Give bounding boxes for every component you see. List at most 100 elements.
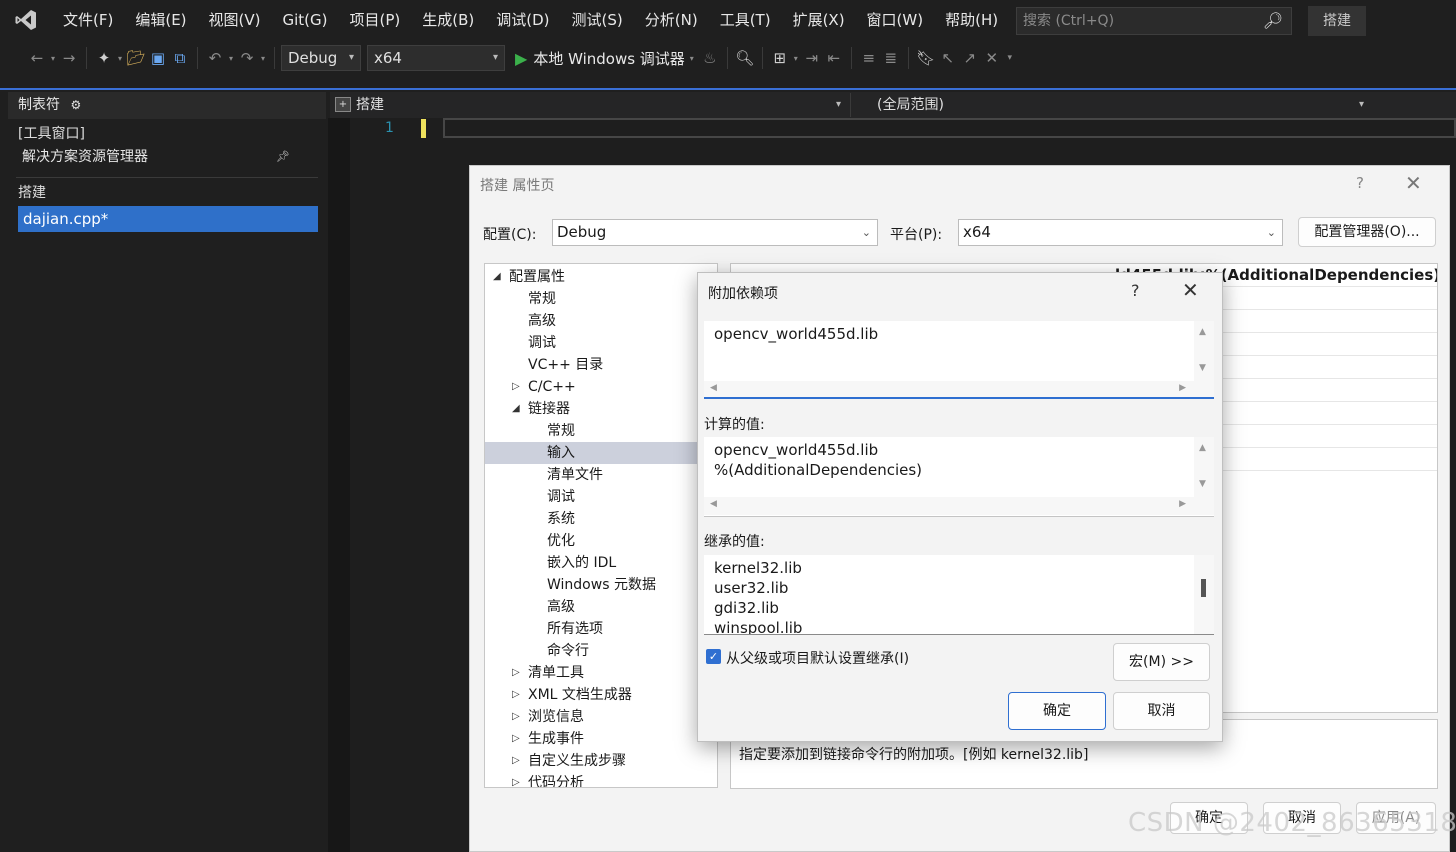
start-debugging-button[interactable]: 本地 Windows 调试器	[533, 48, 685, 69]
horizontal-scrollbar[interactable]: ◀ ▶	[704, 497, 1214, 515]
solution-config-select[interactable]: Debug ▾	[281, 45, 361, 71]
tree-item[interactable]: ▷ 浏览信息	[485, 706, 717, 728]
platform-select[interactable]: x64 ⌄	[958, 219, 1283, 246]
bookmark-icon[interactable]: 🔖︎	[915, 49, 937, 67]
tree-item[interactable]: 系统	[485, 508, 717, 530]
menu-item[interactable]: Git(G)	[272, 0, 339, 40]
menu-item[interactable]: 文件(F)	[52, 0, 124, 40]
expand-arrow-icon[interactable]: ▷	[512, 750, 520, 772]
scroll-down-icon[interactable]: ▼	[1199, 363, 1206, 373]
uncomment-lines-icon[interactable]: ≣	[880, 49, 902, 67]
tree-item[interactable]: 清单文件	[485, 464, 717, 486]
tree-item[interactable]: ▷ XML 文档生成器	[485, 684, 717, 706]
next-bookmark-icon[interactable]: ↗	[959, 49, 981, 67]
open-folder-icon[interactable]: 📂︎	[125, 49, 147, 67]
tree-item[interactable]: 命令行	[485, 640, 717, 662]
vertical-scrollbar[interactable]: ▲ ▼	[1194, 321, 1214, 381]
collapse-arrow-icon[interactable]: ◢	[512, 398, 520, 420]
tree-item[interactable]: VC++ 目录	[485, 354, 717, 376]
menu-item[interactable]: 生成(B)	[411, 0, 485, 40]
tree-item[interactable]: 嵌入的 IDL	[485, 552, 717, 574]
menu-item[interactable]: 扩展(X)	[782, 0, 856, 40]
browser-link-icon[interactable]: ⊞	[769, 49, 791, 67]
start-debugging-icon[interactable]: ▶	[515, 49, 527, 68]
tree-item[interactable]: 调试	[485, 486, 717, 508]
comment-lines-icon[interactable]: ≡	[858, 49, 880, 67]
navigate-forward-icon[interactable]: →	[58, 49, 80, 67]
scroll-left-icon[interactable]: ◀	[710, 383, 717, 393]
tree-item[interactable]: 常规	[485, 420, 717, 442]
help-button[interactable]: ?	[1356, 174, 1364, 192]
expand-arrow-icon[interactable]: ▷	[512, 684, 520, 706]
scroll-up-icon[interactable]: ▲	[1199, 327, 1206, 337]
expand-arrow-icon[interactable]: ▷	[512, 706, 520, 728]
menu-item[interactable]: 调试(D)	[485, 0, 560, 40]
dropdown-arrow-icon[interactable]: ▾	[226, 54, 236, 63]
solution-explorer-item[interactable]: 解决方案资源管理器 📌︎	[8, 145, 326, 169]
menu-item[interactable]: 分析(N)	[634, 0, 709, 40]
tree-item[interactable]: 高级	[485, 596, 717, 618]
solution-name-badge[interactable]: 搭建	[1308, 6, 1366, 36]
vertical-scrollbar[interactable]: ▲ ▼	[1194, 437, 1214, 497]
solution-platform-select[interactable]: x64 ▾	[367, 45, 505, 71]
menu-item[interactable]: 视图(V)	[198, 0, 272, 40]
vertical-scrollbar[interactable]	[1194, 555, 1214, 634]
dropdown-arrow-icon[interactable]: ▾	[48, 54, 58, 63]
hot-reload-icon[interactable]: ♨	[699, 49, 721, 67]
save-icon[interactable]: ▣	[147, 49, 169, 67]
tree-item[interactable]: ▷ 自定义生成步骤	[485, 750, 717, 772]
tree-item[interactable]: ▷ 代码分析	[485, 772, 717, 787]
tree-item[interactable]: ▷ C/C++	[485, 376, 717, 398]
inherited-values-box[interactable]: kernel32.lib user32.lib gdi32.lib winspool.…	[704, 555, 1214, 635]
cancel-button[interactable]: 取消	[1113, 692, 1210, 730]
navigate-back-icon[interactable]: ←	[26, 49, 48, 67]
scroll-left-icon[interactable]: ◀	[710, 499, 717, 509]
menu-item[interactable]: 项目(P)	[339, 0, 412, 40]
toolbar-overflow-icon[interactable]: ▾	[1003, 53, 1017, 63]
search-input[interactable]: 搜索 (Ctrl+Q) 🔎︎	[1016, 7, 1292, 35]
dropdown-arrow-icon[interactable]: ▾	[115, 54, 125, 63]
global-scope-select[interactable]: (全局范围) ▾	[850, 93, 1370, 117]
tree-item[interactable]: 调试	[485, 332, 717, 354]
tree-item[interactable]: 输入	[485, 442, 717, 464]
clear-bookmarks-icon[interactable]: ✕	[981, 49, 1003, 67]
inherit-checkbox-label[interactable]: 从父级或项目默认设置继承(I)	[726, 648, 909, 668]
tree-item[interactable]: 高级	[485, 310, 717, 332]
menu-item[interactable]: 测试(S)	[561, 0, 634, 40]
tree-item[interactable]: ▷ 生成事件	[485, 728, 717, 750]
tree-item[interactable]: Windows 元数据	[485, 574, 717, 596]
close-icon[interactable]: ✕	[1182, 278, 1199, 302]
config-select[interactable]: Debug ⌄	[552, 219, 878, 246]
undo-icon[interactable]: ↶	[204, 49, 226, 67]
expand-arrow-icon[interactable]: ▷	[512, 376, 520, 398]
outdent-icon[interactable]: ⇤	[823, 49, 845, 67]
scroll-down-icon[interactable]: ▼	[1199, 479, 1206, 489]
project-scope-select[interactable]: + 搭建 ▾	[332, 93, 847, 117]
tree-item[interactable]: ◢ 配置属性	[485, 266, 717, 288]
scroll-up-icon[interactable]: ▲	[1199, 443, 1206, 453]
dropdown-arrow-icon[interactable]: ▾	[258, 54, 268, 63]
menu-item[interactable]: 帮助(H)	[934, 0, 1009, 40]
dependencies-input[interactable]: opencv_world455d.lib ▲ ▼ ◀ ▶	[704, 321, 1214, 399]
save-all-icon[interactable]: ⧉	[169, 49, 191, 67]
config-manager-button[interactable]: 配置管理器(O)...	[1298, 217, 1436, 247]
close-icon[interactable]: ✕	[1405, 171, 1422, 195]
visual-studio-logo-icon[interactable]	[0, 0, 52, 40]
redo-icon[interactable]: ↷	[236, 49, 258, 67]
macros-button[interactable]: 宏(M) >>	[1113, 643, 1210, 681]
pin-icon[interactable]: 📌︎	[276, 145, 290, 169]
menu-item[interactable]: 编辑(E)	[124, 0, 197, 40]
menu-item[interactable]: 工具(T)	[709, 0, 782, 40]
scroll-right-icon[interactable]: ▶	[1179, 383, 1186, 393]
expand-arrow-icon[interactable]: ▷	[512, 772, 520, 787]
ok-button[interactable]: 确定	[1008, 692, 1106, 730]
inherit-checkbox[interactable]: ✓	[706, 649, 721, 664]
tree-item[interactable]: ▷ 清单工具	[485, 662, 717, 684]
scroll-right-icon[interactable]: ▶	[1179, 499, 1186, 509]
tree-item[interactable]: 常规	[485, 288, 717, 310]
menu-item[interactable]: 窗口(W)	[856, 0, 935, 40]
expand-arrow-icon[interactable]: ▷	[512, 728, 520, 750]
gear-icon[interactable]: ⚙	[70, 98, 81, 112]
tree-item[interactable]: 所有选项	[485, 618, 717, 640]
find-in-files-icon[interactable]: 🔍︎	[734, 49, 756, 67]
